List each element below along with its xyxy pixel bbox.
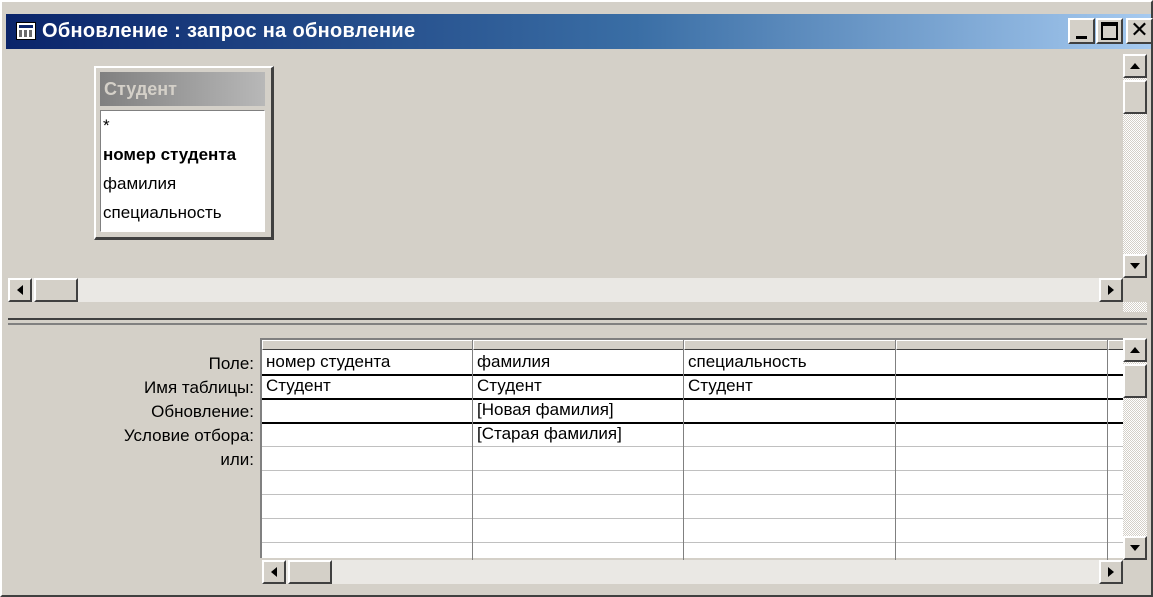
scroll-up-button[interactable]	[1123, 338, 1147, 362]
table-cell[interactable]: Студент	[262, 374, 472, 398]
field-cell[interactable]	[896, 350, 1107, 374]
scroll-down-arrow-icon	[1130, 545, 1140, 551]
grid-column[interactable]: номер студента Студент	[262, 340, 473, 560]
or-cell[interactable]	[684, 446, 895, 470]
size-grip	[1123, 278, 1147, 302]
scroll-down-arrow-icon	[1130, 263, 1140, 269]
upper-horizontal-scrollbar[interactable]	[8, 278, 1123, 302]
scroll-right-arrow-icon	[1108, 285, 1114, 295]
criteria-cell[interactable]	[896, 422, 1107, 446]
scroll-up-button[interactable]	[1123, 54, 1147, 78]
grid-column[interactable]: фамилия Студент [Новая фамилия] [Старая …	[473, 340, 684, 560]
field-cell[interactable]: номер студента	[262, 350, 472, 374]
size-grip	[1123, 560, 1147, 584]
table-cell[interactable]: Студент	[473, 374, 683, 398]
row-label-field: Поле:	[208, 354, 254, 373]
scroll-left-button[interactable]	[262, 560, 286, 584]
criteria-cell[interactable]	[684, 422, 895, 446]
field-cell[interactable]: фамилия	[473, 350, 683, 374]
update-cell[interactable]	[896, 398, 1107, 422]
query-window-icon[interactable]	[16, 22, 36, 40]
pane-splitter[interactable]	[8, 318, 1147, 325]
row-label-or: или:	[220, 450, 254, 469]
scroll-left-button[interactable]	[8, 278, 32, 302]
maximize-button[interactable]	[1096, 18, 1123, 44]
scroll-right-button[interactable]	[1099, 278, 1123, 302]
scroll-right-arrow-icon	[1108, 567, 1114, 577]
scroll-thumb[interactable]	[34, 278, 78, 302]
field-list-item-all[interactable]: *	[103, 111, 264, 140]
close-button[interactable]: ✕	[1126, 18, 1153, 44]
field-list-item[interactable]: фамилия	[103, 169, 264, 198]
scroll-left-arrow-icon	[271, 567, 277, 577]
column-selector[interactable]	[262, 340, 472, 350]
field-cell[interactable]: специальность	[684, 350, 895, 374]
grid-vertical-scrollbar[interactable]	[1123, 338, 1147, 560]
update-cell[interactable]	[262, 398, 472, 422]
close-icon: ✕	[1130, 18, 1149, 43]
scroll-thumb[interactable]	[1123, 364, 1147, 398]
criteria-cell[interactable]	[262, 422, 472, 446]
scroll-up-arrow-icon	[1130, 347, 1140, 353]
scroll-thumb[interactable]	[1123, 80, 1147, 114]
column-selector[interactable]	[473, 340, 683, 350]
grid-horizontal-scrollbar[interactable]	[262, 560, 1123, 584]
row-label-table: Имя таблицы:	[144, 378, 254, 397]
title-bar[interactable]: Обновление : запрос на обновление ✕	[6, 14, 1153, 49]
criteria-cell[interactable]: [Старая фамилия]	[473, 422, 683, 446]
row-label-criteria: Условие отбора:	[123, 426, 254, 445]
design-grid[interactable]: номер студента Студент фамилия Студент […	[260, 338, 1132, 560]
or-cell[interactable]	[473, 446, 683, 470]
field-list-item-key[interactable]: номер студента	[103, 140, 264, 169]
or-cell[interactable]	[896, 446, 1107, 470]
design-grid-pane[interactable]: Поле: Имя таблицы: Обновление: Условие о…	[8, 328, 1147, 594]
table-cell[interactable]	[896, 374, 1107, 398]
scroll-up-arrow-icon	[1130, 63, 1140, 69]
grid-column[interactable]: специальность Студент	[684, 340, 896, 560]
grid-column[interactable]	[896, 340, 1108, 560]
field-list-title[interactable]: Студент	[100, 72, 265, 106]
table-pane[interactable]: Студент * номер студента фамилия специал…	[8, 54, 1147, 312]
row-label-update: Обновление:	[151, 402, 254, 421]
column-selector[interactable]	[684, 340, 895, 350]
scroll-down-button[interactable]	[1123, 536, 1147, 560]
table-cell[interactable]: Студент	[684, 374, 895, 398]
or-cell[interactable]	[262, 446, 472, 470]
update-cell[interactable]: [Новая фамилия]	[473, 398, 683, 422]
scroll-right-button[interactable]	[1099, 560, 1123, 584]
minimize-button[interactable]	[1068, 18, 1095, 44]
field-list-box[interactable]: Студент * номер студента фамилия специал…	[94, 66, 274, 240]
window-title: Обновление : запрос на обновление	[42, 20, 416, 42]
field-list-item[interactable]: специальность	[103, 198, 264, 227]
scroll-down-button[interactable]	[1123, 254, 1147, 278]
column-selector[interactable]	[896, 340, 1107, 350]
field-list[interactable]: * номер студента фамилия специальность	[100, 110, 265, 232]
scroll-left-arrow-icon	[17, 285, 23, 295]
query-window: Обновление : запрос на обновление ✕ Студ…	[0, 0, 1153, 597]
scroll-thumb[interactable]	[288, 560, 332, 584]
upper-vertical-scrollbar[interactable]	[1123, 54, 1147, 312]
update-cell[interactable]	[684, 398, 895, 422]
